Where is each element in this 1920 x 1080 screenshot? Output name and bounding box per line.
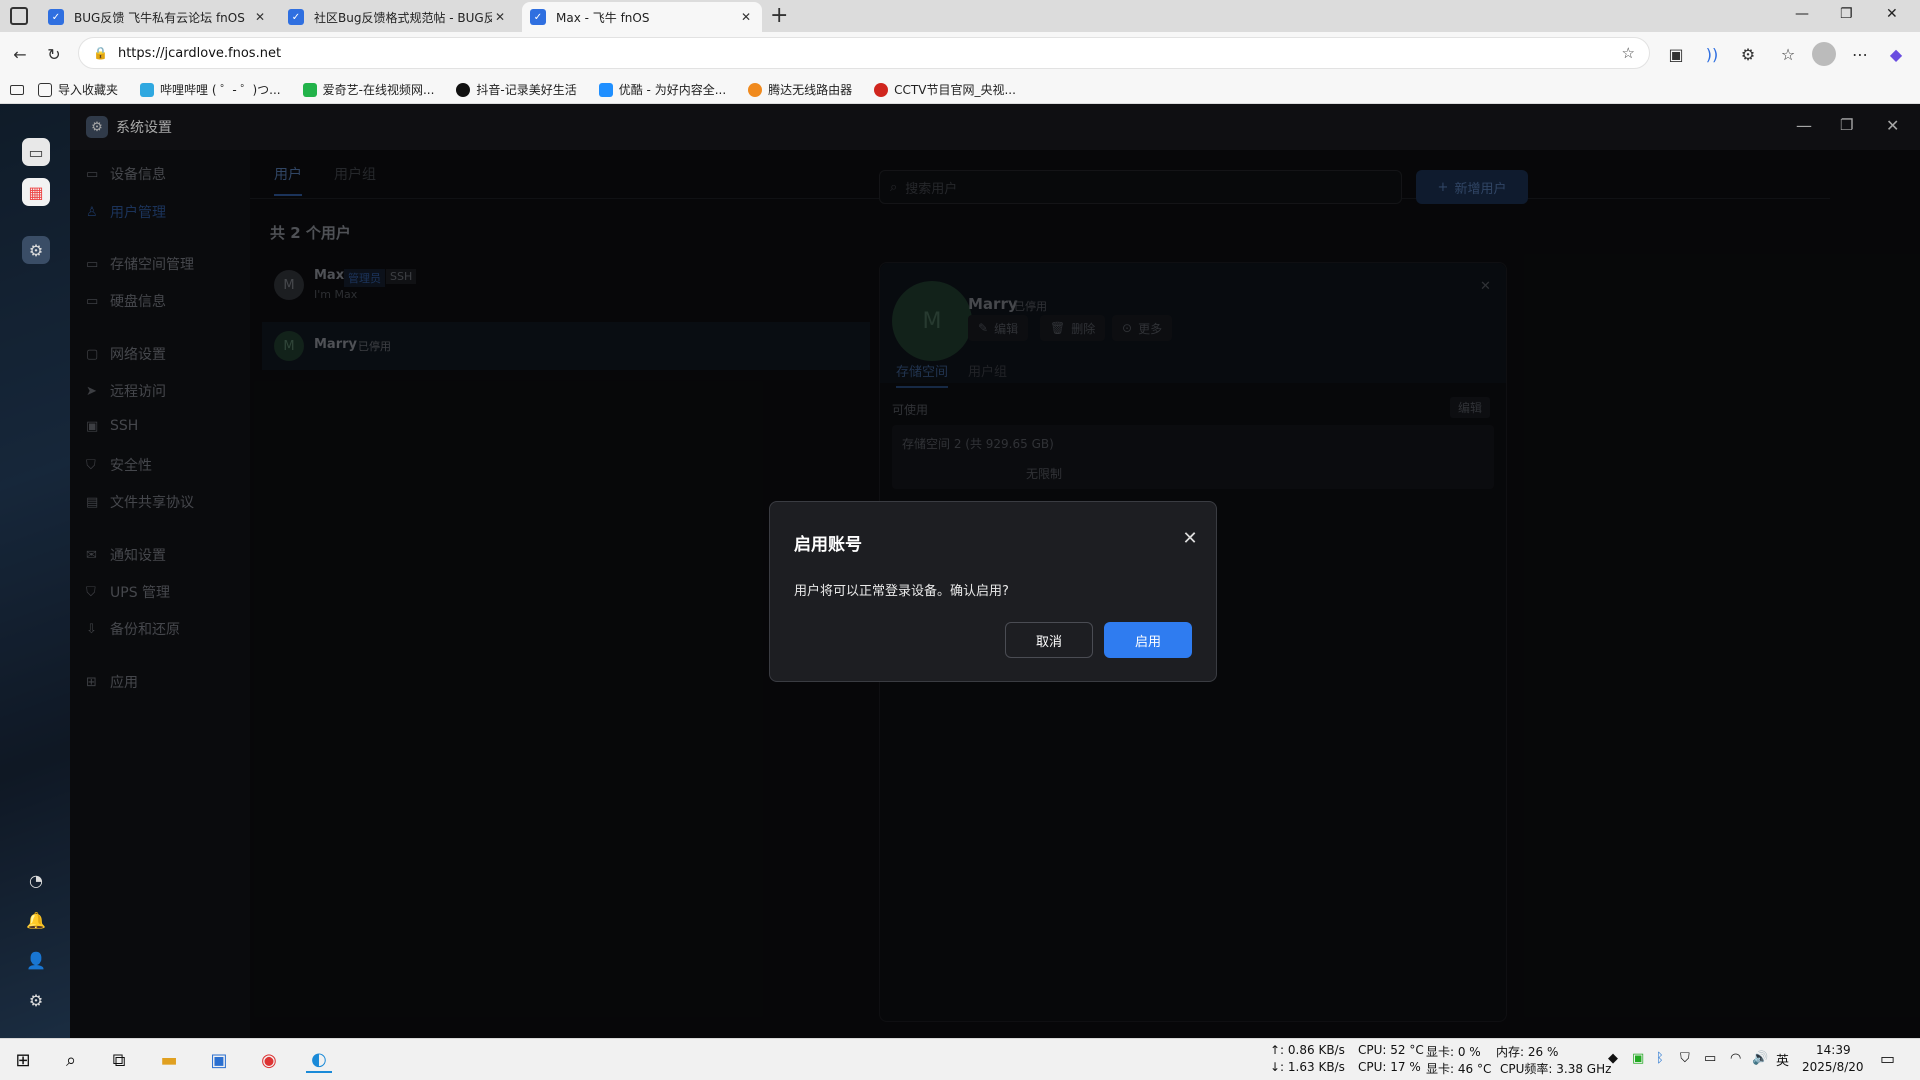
url-input[interactable]: 🔒 https://jcardlove.fnos.net ☆: [78, 37, 1650, 69]
task-view-icon[interactable]: ⧉: [106, 1047, 132, 1073]
close-window-button[interactable]: ✕: [1886, 6, 1898, 22]
close-icon[interactable]: ✕: [738, 10, 754, 24]
extensions-icon[interactable]: ⚙: [1736, 42, 1760, 66]
refresh-icon[interactable]: ↻: [42, 42, 66, 66]
cancel-button[interactable]: 取消: [1005, 622, 1093, 658]
tab-max-fnos[interactable]: ✓ Max - 飞牛 fnOS ✕: [522, 2, 762, 32]
favorites-icon[interactable]: ☆: [1776, 42, 1800, 66]
bookmarks-bar: 导入收藏夹 哔哩哔哩 ( ゜- ゜)つ... 爱奇艺-在线视频网... 抖音-记…: [0, 76, 1920, 104]
new-tab-button[interactable]: +: [770, 3, 788, 28]
restore-button[interactable]: ❐: [1840, 6, 1853, 22]
net-upload: ↑: 0.86 KB/s: [1270, 1043, 1345, 1057]
wifi-icon[interactable]: ◠: [1730, 1051, 1741, 1066]
close-icon[interactable]: ✕: [1180, 528, 1200, 549]
enable-button[interactable]: 启用: [1104, 622, 1192, 658]
resource-monitor-icon[interactable]: ◔: [22, 866, 50, 894]
enable-account-dialog: 启用账号 ✕ 用户将可以正常登录设备。确认启用? 取消 启用: [769, 501, 1217, 682]
bookmark-cctv[interactable]: CCTV节目官网_央视...: [874, 81, 1016, 98]
address-bar-row: ← ↻ 🔒 https://jcardlove.fnos.net ☆ ▣ )) …: [0, 32, 1920, 76]
windows-taskbar: ⊞ ⌕ ⧉ ▬ ▣ ◉ ◐ ↑: 0.86 KB/s ↓: 1.63 KB/s …: [0, 1038, 1920, 1080]
dialog-message: 用户将可以正常登录设备。确认启用?: [794, 584, 1009, 599]
user-icon[interactable]: 👤: [22, 946, 50, 974]
favorite-star-icon[interactable]: ☆: [1622, 44, 1635, 62]
cpu-frequency: CPU频率: 3.38 GHz: [1500, 1062, 1612, 1076]
browser-tab-bar: ✓ BUG反馈 飞牛私有云论坛 fnOS ✕ ✓ 社区Bug反馈格式规范帖 - …: [0, 0, 1920, 32]
tab-bug-format[interactable]: ✓ 社区Bug反馈格式规范帖 - BUG反 ✕: [280, 2, 516, 32]
bookmark-iqiyi[interactable]: 爱奇艺-在线视频网...: [302, 81, 434, 98]
fnos-dock: ▭ ▦ ⚙ ◔ 🔔 👤 ⚙: [0, 104, 70, 1038]
back-icon[interactable]: ←: [8, 42, 32, 66]
bilibili-icon: [140, 82, 155, 97]
reading-mode-icon[interactable]: ▣: [1664, 42, 1688, 66]
douyin-icon: [456, 82, 471, 97]
more-menu-icon[interactable]: ⋯: [1848, 42, 1872, 66]
profile-avatar[interactable]: [1812, 42, 1836, 66]
clock-time[interactable]: 14:39: [1816, 1043, 1851, 1057]
settings-app-icon[interactable]: ⚙: [22, 236, 50, 264]
store-icon[interactable]: ▣: [206, 1047, 232, 1073]
minimize-button[interactable]: —: [1795, 6, 1809, 22]
url-text: https://jcardlove.fnos.net: [117, 45, 282, 61]
bookmark-douyin[interactable]: 抖音-记录美好生活: [456, 81, 577, 98]
cpu-temp: CPU: 52 °C: [1358, 1043, 1424, 1057]
search-icon[interactable]: ⌕: [58, 1047, 84, 1073]
gpu-tray-icon[interactable]: ▣: [1632, 1051, 1644, 1066]
battery-icon[interactable]: ▭: [1704, 1051, 1716, 1066]
app-center-icon[interactable]: ▦: [22, 178, 50, 206]
gpu-temp: 显卡: 46 °C: [1426, 1062, 1492, 1076]
close-icon[interactable]: ✕: [252, 10, 268, 24]
file-explorer-icon[interactable]: ▬: [156, 1047, 182, 1073]
close-icon[interactable]: ✕: [492, 10, 508, 24]
desktop-icon[interactable]: ▭: [22, 138, 50, 166]
iqiyi-icon: [302, 82, 317, 97]
notification-center-icon[interactable]: ▭: [1880, 1049, 1895, 1068]
read-aloud-icon[interactable]: )): [1700, 42, 1724, 66]
youku-icon: [598, 82, 613, 97]
bookmark-tenda[interactable]: 腾达无线路由器: [748, 81, 852, 98]
copilot-icon[interactable]: ◆: [1884, 42, 1908, 66]
tab-label: BUG反馈 飞牛私有云论坛 fnOS: [74, 10, 245, 25]
nvidia-icon[interactable]: ◆: [1608, 1051, 1618, 1066]
bookmark-bilibili[interactable]: 哔哩哔哩 ( ゜- ゜)つ...: [140, 81, 281, 98]
tenda-icon: [748, 82, 763, 97]
tab-label: Max - 飞牛 fnOS: [556, 10, 650, 25]
bookmark-panel-icon[interactable]: [10, 84, 24, 95]
edge-icon[interactable]: ◐: [306, 1047, 332, 1073]
cpu-usage: CPU: 17 %: [1358, 1060, 1421, 1074]
fnos-favicon-icon: ✓: [48, 9, 64, 25]
security-icon[interactable]: ⛉: [1680, 1051, 1690, 1066]
bell-icon[interactable]: 🔔: [22, 906, 50, 934]
tab-bug-forum[interactable]: ✓ BUG反馈 飞牛私有云论坛 fnOS ✕: [40, 2, 276, 32]
fnos-favicon-icon: ✓: [288, 9, 304, 25]
fnos-favicon-icon: ✓: [530, 9, 546, 25]
chrome-icon[interactable]: ◉: [256, 1047, 282, 1073]
lock-icon: 🔒: [93, 46, 108, 60]
bookmark-youku[interactable]: 优酷 - 为好内容全...: [598, 81, 726, 98]
bookmark-import[interactable]: 导入收藏夹: [38, 81, 118, 98]
gear-icon[interactable]: ⚙: [22, 986, 50, 1014]
tab-actions-icon[interactable]: [10, 7, 28, 25]
gpu-usage: 显卡: 0 %: [1426, 1045, 1481, 1059]
ime-indicator[interactable]: 英: [1776, 1050, 1789, 1069]
memory-usage: 内存: 26 %: [1496, 1045, 1559, 1059]
dialog-title: 启用账号: [794, 535, 862, 555]
import-icon: [38, 82, 52, 97]
bluetooth-icon[interactable]: ᛒ: [1656, 1051, 1664, 1066]
cctv-icon: [874, 82, 889, 97]
windows-start-icon[interactable]: ⊞: [10, 1047, 36, 1073]
net-download: ↓: 1.63 KB/s: [1270, 1060, 1345, 1074]
clock-date[interactable]: 2025/8/20: [1802, 1060, 1864, 1074]
tab-label: 社区Bug反馈格式规范帖 - BUG反: [314, 10, 492, 25]
volume-icon[interactable]: 🔊: [1752, 1051, 1768, 1066]
